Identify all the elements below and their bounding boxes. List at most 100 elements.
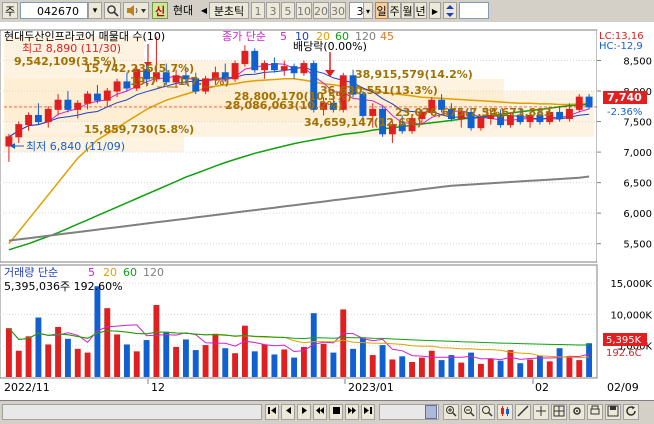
candle-body [270,63,278,71]
interval-button-20[interactable]: 20 [313,2,329,19]
scroll-first-button[interactable] [265,404,279,420]
volume-bar [428,350,435,377]
interval-button-10[interactable]: 10 [296,2,312,19]
volume-bar [517,363,524,377]
tool-button-5[interactable] [605,404,621,420]
scroll-stop-button[interactable] [329,404,343,420]
interval-button-1[interactable]: 1 [251,2,265,19]
candle-body [556,111,564,120]
prev-icon [286,407,291,414]
scroll-play-button[interactable] [297,404,311,420]
tool-button-3[interactable] [569,404,585,420]
scroll-forward-button[interactable] [345,404,359,420]
volume-bar [45,344,52,377]
tool-button-4[interactable] [587,404,603,420]
volume-bar [5,328,12,377]
prev-period-button[interactable]: ◀ [199,2,209,19]
volume-bar [340,309,347,377]
candle-body [585,96,593,108]
current-volume-label: 5,395K [606,335,642,346]
next-button[interactable]: ▶ [429,2,441,19]
volume-bar [477,363,484,377]
ruler-button[interactable] [515,404,531,420]
x-label-12: 12 [151,381,165,394]
volume-summary: 5,395,036주 192.60% [4,280,123,293]
volume-bar [546,361,553,377]
tick-period-button[interactable]: 분초틱 [209,2,249,19]
chart-type-button[interactable] [497,404,513,420]
volume-bar [359,338,366,377]
legend-ma45: 45 [380,30,394,43]
candle-body [5,136,13,147]
volume-bar [586,343,593,377]
volume-legend-title: 거래량 단순 [4,266,58,279]
interval-button-5[interactable]: 5 [281,2,295,19]
volume-bar [143,340,150,377]
volume-bar [202,345,209,377]
volume-bar [84,352,91,377]
candle-body [565,108,573,120]
tool-button-1[interactable] [533,404,549,420]
first-icon [268,407,276,414]
volume-legend-ma60: 60 [123,266,137,279]
scroll-prev-button[interactable] [281,404,295,420]
legend-ma5: 5 [280,30,287,43]
volume-bar [369,355,376,377]
volume-bar [458,362,465,377]
scroll-rewind-button[interactable] [313,404,327,420]
volume-tick-label: 15,000K [610,279,652,290]
volume-bar [163,331,170,377]
volume-bar [566,356,573,377]
zoom-slider-thumb[interactable] [425,405,437,419]
count-dropdown-button[interactable]: ▾ [363,2,373,19]
volume-bar [389,359,396,377]
zoom-in-icon [446,406,457,417]
candle-body [369,108,377,116]
ruler-icon [517,405,529,417]
x-label-02-09: 02/09 [607,381,639,394]
volume-bar [291,357,298,377]
volume-bar [379,345,386,377]
volume-bar [497,360,504,377]
settings-icon [573,407,581,415]
volume-tick-label: 10,000K [610,310,652,321]
tool-button-2[interactable] [551,404,567,420]
period-tab-year[interactable]: 년 [414,2,427,19]
zoom-out-icon [464,406,475,417]
period-tab-week[interactable]: 주 [388,2,401,19]
volume-bar [261,344,268,377]
crosshair-icon [536,406,546,416]
candle-body [93,93,101,101]
volume-bar [507,350,514,377]
volume-bar [74,348,81,377]
zoom-in-button[interactable] [443,404,459,420]
tool-button-6[interactable] [623,404,639,420]
candle-chart-icon [501,406,509,416]
volume-bar [123,344,130,377]
scroll-track[interactable] [2,404,262,420]
updown-button[interactable] [443,2,457,19]
extra-input[interactable] [459,2,489,19]
menu-button[interactable]: 주 [2,2,18,19]
stock-name-field: 현대 [172,4,194,17]
scroll-last-button[interactable] [361,404,375,420]
magnify-button[interactable] [479,404,495,420]
interval-button-30[interactable]: 30 [330,2,346,19]
search-button[interactable] [104,2,121,19]
interval-button-3[interactable]: 3 [266,2,280,19]
volume-legend-ma5: 5 [88,266,95,279]
stock-code-input[interactable]: 042670 [20,2,88,19]
updown-arrows-icon [446,5,454,17]
price-volume-chart[interactable]: 5,5006,0006,5007,0007,5008,0008,500 현대두산… [0,22,654,400]
period-tab-day[interactable]: 일 [375,2,388,19]
save-icon [607,405,619,417]
volume-bar [527,359,534,377]
stock-code-dropdown-button[interactable]: ▾ [88,2,102,19]
period-tab-month[interactable]: 월 [401,2,414,19]
candle-body [300,63,308,74]
speaker-button[interactable] [123,2,149,19]
volume-bar [153,305,160,377]
volume-bar [438,360,445,377]
candle-body [241,50,249,65]
zoom-out-button[interactable] [461,404,477,420]
